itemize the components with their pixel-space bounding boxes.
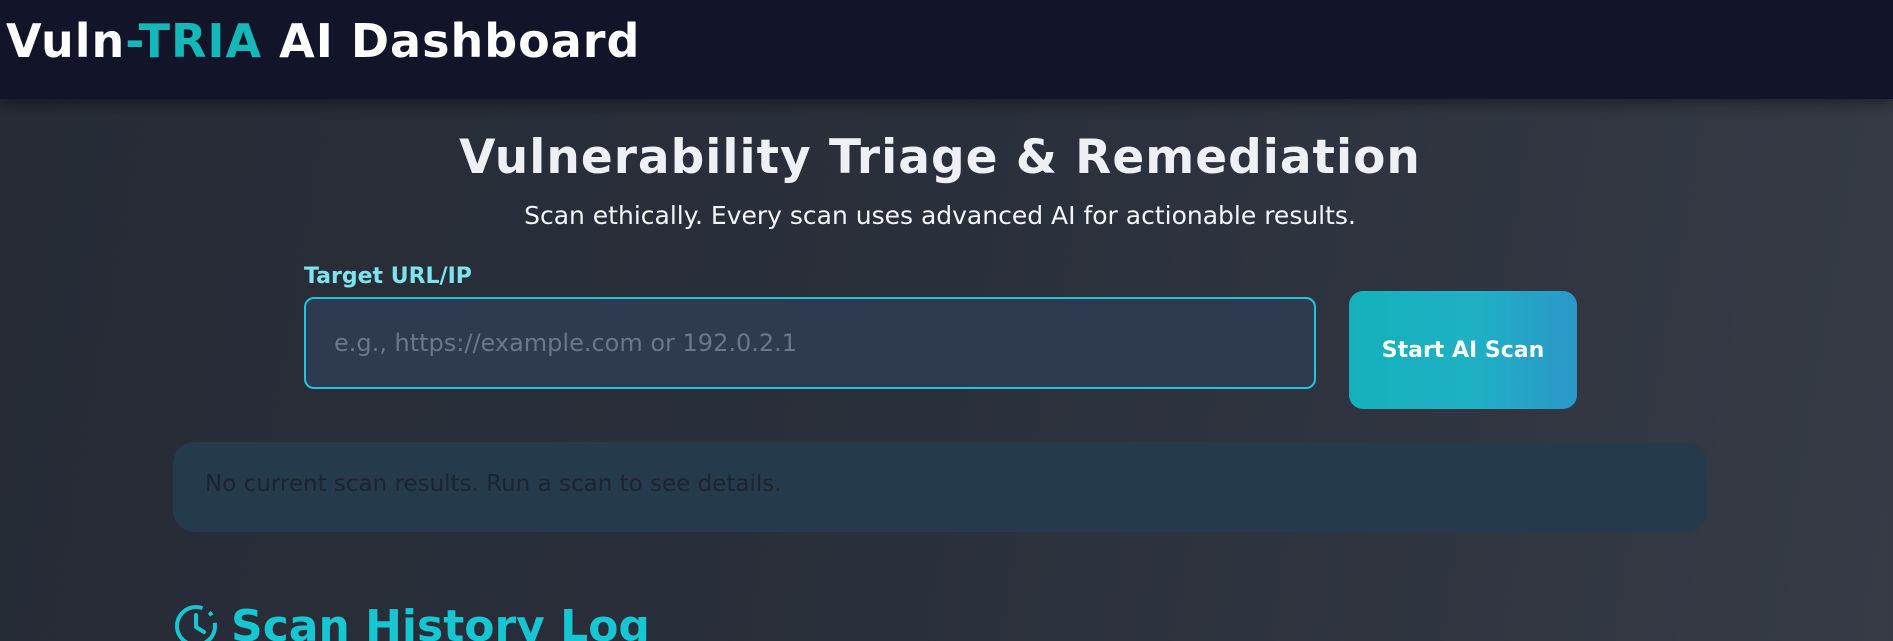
scan-results-message: No current scan results. Run a scan to s… bbox=[205, 471, 782, 497]
page-subtitle: Scan ethically. Every scan uses advanced… bbox=[524, 201, 1356, 230]
top-bar: Vuln-TRIA AI Dashboard bbox=[0, 0, 1893, 99]
scan-history-heading: Scan History Log bbox=[173, 596, 650, 641]
start-ai-scan-button[interactable]: Start AI Scan bbox=[1349, 291, 1577, 409]
app-title-accent: -TRIA bbox=[125, 14, 263, 68]
scan-history-title: Scan History Log bbox=[231, 600, 650, 641]
app-title-prefix: Vuln bbox=[6, 14, 126, 68]
app-title: Vuln-TRIA AI Dashboard bbox=[6, 14, 640, 68]
scan-results-panel: No current scan results. Run a scan to s… bbox=[173, 442, 1707, 532]
page-title: Vulnerability Triage & Remediation bbox=[459, 130, 1421, 185]
clock-icon bbox=[173, 603, 219, 641]
target-url-label: Target URL/IP bbox=[304, 264, 472, 289]
app-title-suffix: AI Dashboard bbox=[262, 14, 641, 68]
target-url-input[interactable] bbox=[304, 297, 1316, 389]
